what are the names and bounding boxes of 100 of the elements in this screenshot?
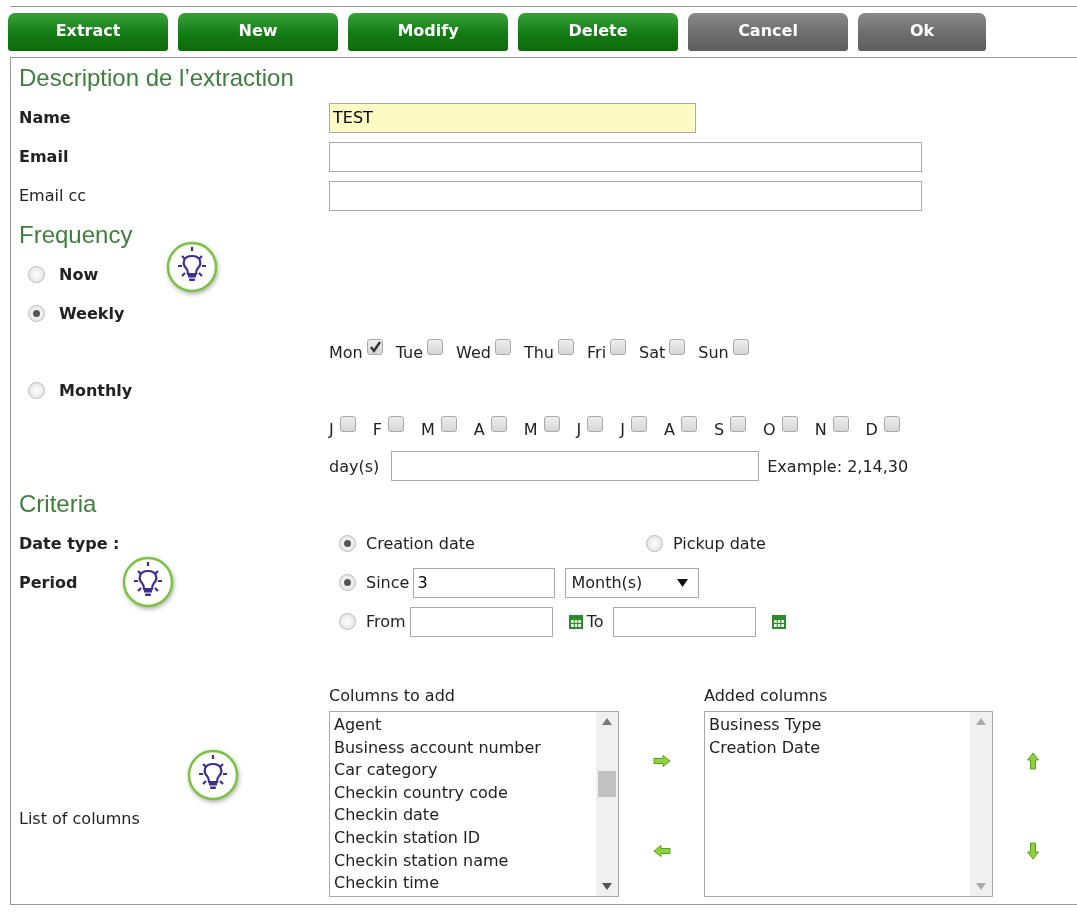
lightbulb-icon[interactable] [187,749,239,801]
checkbox-label: Thu [523,342,554,362]
down-arrow-icon[interactable] [1027,842,1039,860]
radio-button[interactable] [28,382,45,399]
checkbox-label: A [663,419,675,439]
checkbox[interactable] [781,416,798,432]
checkbox-label: N [814,419,827,439]
unit-dropdown[interactable]: Month(s) [565,567,700,598]
up-arrow-icon[interactable] [1027,752,1039,770]
checkbox[interactable] [587,416,604,432]
toolbar-button[interactable]: Modify [348,13,508,51]
checkbox-label: Wed [456,342,491,362]
field-label: Email cc [19,186,87,205]
list-item[interactable]: Checkin station ID [334,826,592,850]
radio-button[interactable] [339,574,356,591]
checkbox[interactable] [630,416,647,432]
checkbox[interactable] [610,339,627,355]
list-item[interactable]: Car category [334,759,592,782]
checkbox[interactable] [669,339,686,355]
checkbox-label: O [763,419,776,439]
list-item[interactable]: Checkin time [334,872,592,895]
text-field[interactable]: TEST [329,102,696,133]
checkbox[interactable] [732,339,749,355]
list-item[interactable]: Business account number [334,736,592,760]
field-label: Date type : [19,534,121,553]
checkbox-label: A [473,419,485,439]
checkbox-label: J [576,419,582,439]
scroll-bar[interactable] [596,712,618,896]
checkbox[interactable] [680,416,697,432]
radio-button[interactable] [339,613,356,630]
checkbox[interactable] [427,339,444,355]
toolbar-button[interactable]: New [178,13,338,51]
toolbar-button[interactable]: Extract [8,13,168,51]
checkbox[interactable] [558,339,574,355]
text-field[interactable]: 3 [413,567,556,598]
checkbox-label: Fri [587,342,607,362]
lightbulb-icon[interactable] [122,556,174,608]
list-item[interactable]: Business Type [709,714,966,737]
list-box[interactable]: Agent Business account number Car category Checkin country code Checkin date Checkin station ID Checkin station name Checkin time [329,711,619,897]
text-field[interactable] [391,451,760,481]
text-field[interactable] [329,141,922,172]
option-label: Monthly [59,381,133,400]
checkbox[interactable] [543,416,560,432]
left-arrow-icon[interactable] [652,845,671,857]
option-label: Since [366,573,410,592]
section-heading: Description de l’extraction [19,63,295,93]
lightbulb-icon[interactable] [166,241,218,293]
checkbox[interactable] [832,416,849,432]
field-label: Name [19,108,71,127]
radio-button[interactable] [646,535,663,552]
calendar-icon[interactable] [568,614,583,629]
checkbox-label: J [329,419,334,439]
checkbox-label: D [865,419,878,439]
toolbar-button[interactable]: Cancel [688,13,848,51]
checkbox-label: J [620,419,625,439]
checkbox[interactable] [440,416,457,432]
radio-button[interactable] [28,305,45,322]
checkbox-label: M [420,419,435,439]
field-label: day(s) [329,456,380,476]
list-heading: Columns to add [329,686,456,705]
checkbox[interactable] [387,416,404,432]
field-label: Email [19,147,69,166]
list-box[interactable]: Business Type Creation Date [704,711,993,897]
field-label: Period [19,573,79,592]
checkbox-label: Mon [329,342,363,362]
toolbar-button[interactable]: Delete [518,13,678,51]
checkbox[interactable] [883,416,900,432]
radio-button[interactable] [28,266,45,283]
list-item[interactable]: Checkin station name [334,849,592,873]
text-field[interactable] [329,180,922,211]
calendar-icon[interactable] [772,614,787,629]
right-arrow-icon[interactable] [652,755,671,767]
checkbox[interactable] [730,416,747,432]
option-label: From [366,612,406,631]
list-heading: Added columns [704,686,829,705]
checkbox[interactable] [366,339,383,355]
list-item[interactable]: Creation Date [709,736,966,760]
toolbar-button[interactable]: Ok [858,13,986,51]
list-item[interactable]: Checkin country code [334,781,592,805]
date-field[interactable] [613,606,757,637]
checkbox[interactable] [494,339,511,355]
radio-button[interactable] [339,535,356,552]
caret-icon [677,578,689,587]
checkbox-label: F [372,419,382,439]
date-field[interactable] [409,606,553,637]
section-heading: Frequency [19,220,134,250]
scroll-bar[interactable] [970,712,992,896]
section-heading: Criteria [19,489,98,519]
checkbox-label: Sat [639,342,666,362]
option-label: Creation date [366,534,476,553]
option-label: Now [59,265,99,284]
hint-text: Example: 2,14,30 [767,456,909,476]
checkbox-label: S [713,419,725,439]
option-label: Pickup date [673,534,766,553]
list-item[interactable]: Agent [334,714,592,737]
checkbox-label: Tue [395,342,424,362]
checkbox[interactable] [490,416,507,432]
option-label: Weekly [59,304,125,323]
list-item[interactable]: Checkin date [334,804,592,827]
checkbox[interactable] [339,416,356,432]
